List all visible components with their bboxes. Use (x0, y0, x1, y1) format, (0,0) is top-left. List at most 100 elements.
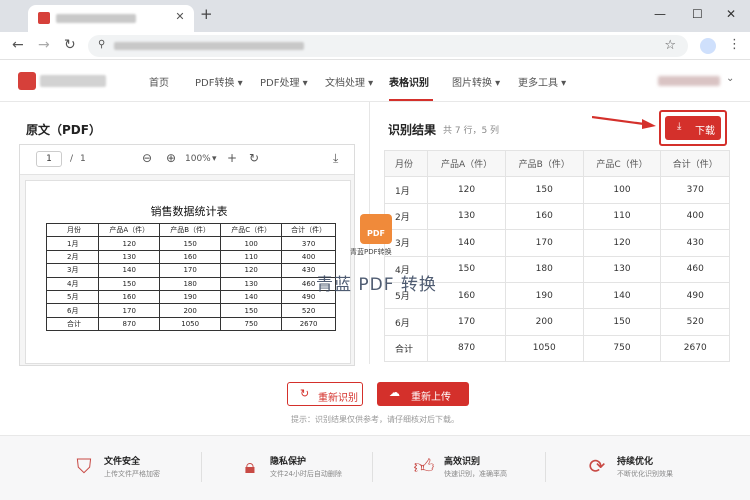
zoom-dropdown-icon[interactable]: ▾ (212, 154, 217, 164)
feature-desc: 快速识别，准确率高 (444, 470, 507, 478)
nav-pdf-convert[interactable]: PDF转换 ▾ (195, 74, 243, 89)
add-icon[interactable]: + (227, 151, 237, 165)
forward-arrow-icon[interactable]: → (38, 37, 50, 53)
table-cell: 190 (159, 289, 222, 305)
thumbs-up-icon: 👍︎ (413, 454, 435, 478)
table-cell: 200 (504, 308, 584, 336)
watermark-small-text: 青蓝PDF转换 (350, 248, 392, 256)
table-row: 4月 150 180 130 460 (45, 276, 336, 291)
table-cell: 3月 (45, 263, 100, 278)
reload-icon[interactable]: ↻ (64, 37, 76, 53)
table-cell: 6月 (383, 308, 429, 336)
table-cell: 160 (504, 202, 584, 231)
table-cell: 400 (660, 202, 730, 231)
maximize-icon[interactable]: ☐ (692, 7, 703, 21)
table-cell: 120 (220, 263, 283, 278)
nav-table-ocr[interactable]: 表格识别 (389, 74, 429, 89)
table-row: 2月 130 160 110 400 (383, 202, 730, 231)
table-cell: 190 (504, 281, 584, 310)
feature-bar: ⛉ 文件安全 上传文件严格加密 🔒︎ 隐私保护 文件24小时后自动删除 👍︎ 高… (0, 435, 750, 500)
table-cell: 110 (220, 249, 283, 265)
table-cell: 100 (582, 176, 662, 204)
browser-toolbar: ← → ↻ ⚲ ☆ ⋮ (0, 32, 750, 60)
download-button[interactable]: ⤓ 下载 (665, 116, 721, 140)
table-cell: 870 (427, 334, 506, 363)
table-cell: 130 (220, 276, 283, 291)
zoom-out-icon[interactable]: ⊖ (142, 151, 152, 165)
pdf-viewer: 1 / 1 ⊖ ⊕ 100% ▾ + ↻ ⤓ 销售数据统计表 月份 产品A（件）产… (19, 144, 355, 366)
feature-title: 隐私保护 (270, 457, 307, 467)
re-upload-button[interactable]: ☁ 重新上传 (377, 382, 469, 406)
result-table: 月份 产品A（件） 产品B（件） 产品C（件） 合计（件） 1月 120 150 100 370 2… (383, 149, 730, 363)
table-cell: 合计 (45, 316, 100, 332)
table-cell: 6月 (45, 303, 100, 318)
zoom-in-icon[interactable]: ⊕ (166, 151, 176, 165)
user-name-blurred[interactable] (658, 76, 720, 86)
browser-tab-bar: ✕ + — ☐ ✕ (0, 0, 750, 32)
pdf-table: 月份 产品A（件） 产品B（件） 产品C（件） 合计（件） 1月 120 150 100 370 2… (45, 222, 336, 332)
re-recognize-button[interactable]: ↻ 重新识别 (287, 382, 363, 406)
table-cell: 180 (504, 255, 584, 283)
table-cell: 160 (427, 281, 506, 310)
table-cell: 140 (220, 289, 283, 305)
lock-icon: 🔒︎ (244, 454, 256, 478)
site-logo-icon[interactable] (18, 72, 36, 90)
minimize-icon[interactable]: — (654, 7, 666, 21)
site-name-blurred (40, 75, 106, 87)
address-bar[interactable]: ⚲ ☆ (88, 35, 688, 57)
browser-tab[interactable]: ✕ (28, 5, 194, 32)
table-row: 3月 140 170 120 430 (383, 229, 730, 257)
window-close-icon[interactable]: ✕ (726, 7, 736, 21)
table-cell: 1050 (159, 316, 222, 332)
table-cell: 170 (98, 303, 161, 318)
shield-check-icon: ⛉ (76, 454, 92, 478)
table-cell: 130 (427, 202, 506, 231)
nav-doc-process[interactable]: 文档处理 ▾ (325, 74, 373, 89)
table-cell: 1月 (45, 236, 100, 251)
nav-home[interactable]: 首页 (149, 74, 169, 89)
site-info-icon[interactable]: ⚲ (98, 39, 105, 50)
re-upload-label: 重新上传 (411, 392, 451, 403)
zoom-level[interactable]: 100% (185, 154, 211, 164)
rotate-icon[interactable]: ↻ (249, 151, 259, 165)
table-row: 2月 130 160 110 400 (45, 249, 336, 265)
re-recognize-label: 重新识别 (318, 393, 358, 404)
table-cell: 150 (220, 303, 283, 318)
nav-pdf-process[interactable]: PDF处理 ▾ (260, 74, 308, 89)
feature-desc: 文件24小时后自动删除 (270, 470, 342, 478)
page-number-input[interactable]: 1 (36, 151, 62, 167)
profile-avatar-icon[interactable] (700, 38, 716, 54)
table-cell: 110 (582, 202, 662, 231)
watermark-pdf-icon: PDF (360, 214, 392, 244)
pdf-page: 销售数据统计表 月份 产品A（件） 产品B（件） 产品C（件） 合计（件） 1月 120 15… (25, 180, 351, 364)
feature-title: 文件安全 (104, 457, 141, 467)
table-cell: 750 (220, 316, 283, 332)
back-arrow-icon[interactable]: ← (12, 37, 24, 53)
bookmark-star-icon[interactable]: ☆ (664, 38, 676, 53)
table-cell: 2670 (660, 334, 730, 363)
main-panel: 原文（PDF） 1 / 1 ⊖ ⊕ 100% ▾ + ↻ ⤓ 销售数据统计表 月… (0, 102, 750, 435)
page-separator: / (70, 154, 74, 164)
table-cell: 140 (582, 281, 662, 310)
table-header-cell: 合计（件） (281, 222, 336, 238)
download-pdf-icon[interactable]: ⤓ (333, 151, 338, 166)
table-row: 合计 870 1050 750 2670 (383, 334, 730, 363)
pdf-toolbar: 1 / 1 ⊖ ⊕ 100% ▾ + ↻ ⤓ (20, 145, 354, 175)
table-header-row: 月份 产品A（件） 产品B（件） 产品C（件） 合计（件） (45, 222, 336, 238)
table-header-cell: 产品B（件） (504, 149, 584, 178)
table-row: 1月 120 150 100 370 (383, 176, 730, 204)
table-cell: 140 (427, 229, 506, 257)
nav-more-tools[interactable]: 更多工具 ▾ (518, 74, 566, 89)
table-header-cell: 产品A（件） (98, 222, 161, 238)
tip-text: 提示：识别结果仅供参考，请仔细核对后下载。 (291, 415, 459, 424)
tab-close-icon[interactable]: ✕ (172, 10, 188, 23)
table-cell: 370 (281, 236, 336, 251)
browser-menu-icon[interactable]: ⋮ (728, 37, 741, 52)
table-header-cell: 月份 (383, 149, 429, 178)
new-tab-button[interactable]: + (200, 5, 213, 23)
nav-image-convert[interactable]: 图片转换 ▾ (452, 74, 500, 89)
table-cell: 140 (98, 263, 161, 278)
table-row: 5月 160 190 140 490 (45, 289, 336, 305)
table-cell: 490 (660, 281, 730, 310)
user-menu-chevron-icon[interactable]: ⌄ (726, 73, 734, 84)
